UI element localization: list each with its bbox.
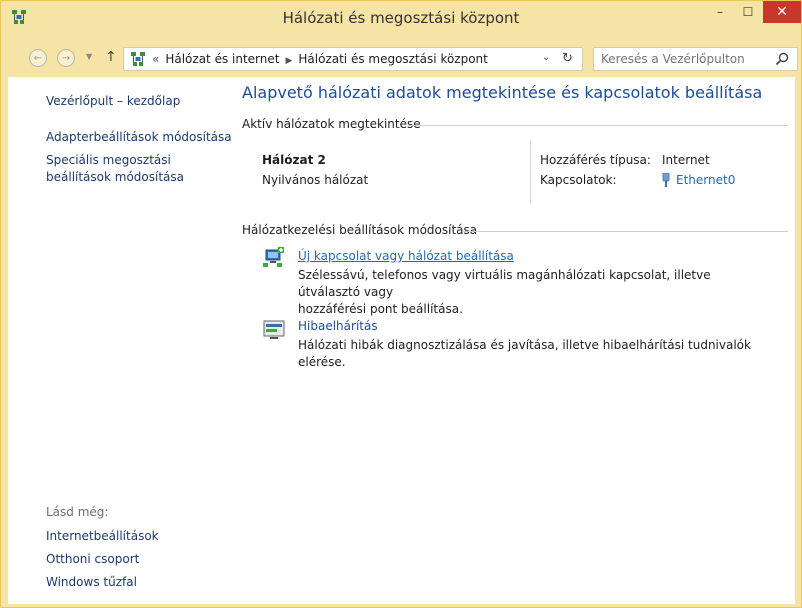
title-bar[interactable]: Hálózati és megosztási központ – ☐ ✕	[1, 1, 801, 35]
address-bar[interactable]: « Hálózat és internet ▶ Hálózati és megoszt…	[123, 47, 583, 71]
refresh-icon[interactable]: ↻	[562, 51, 573, 66]
network-category-link[interactable]: Nyilvános hálózat	[262, 173, 368, 187]
new-connection-description-line2: hozzáférési pont beállítása.	[298, 302, 463, 316]
access-type-value: Internet	[662, 153, 710, 167]
window: Hálózati és megosztási központ – ☐ ✕ ← →…	[0, 0, 802, 608]
network-settings-heading: Hálózatkezelési beállítások módosítása	[242, 223, 478, 237]
access-type-label: Hozzáférés típusa:	[540, 153, 651, 167]
minimize-button[interactable]: –	[707, 1, 733, 23]
see-also-heading: Lásd még:	[46, 505, 109, 519]
breadcrumb-network-sharing-center[interactable]: Hálózati és megosztási központ	[298, 52, 487, 66]
breadcrumb-overflow[interactable]: «	[152, 52, 159, 66]
navigation-bar: ← → ▼ ↑ « Hálózat és internet ▶ Hálózati és…	[1, 35, 801, 77]
close-button[interactable]: ✕	[763, 1, 801, 23]
breadcrumb-separator[interactable]: ▶	[285, 56, 292, 66]
window-title: Hálózati és megosztási központ	[282, 9, 520, 27]
sidebar-link-advanced-sharing[interactable]: Speciális megosztási beállítások módosít…	[46, 152, 184, 186]
sidebar-link-windows-firewall[interactable]: Windows tűzfal	[46, 574, 137, 591]
search-input[interactable]	[594, 48, 774, 70]
ethernet-connection-link[interactable]: Ethernet0	[662, 173, 735, 187]
sidebar-link-control-panel-home[interactable]: Vezérlőpult – kezdőlap	[46, 93, 180, 110]
section-divider	[462, 231, 788, 232]
new-connection-description-line1: Szélessávú, telefonos vagy virtuális mag…	[298, 268, 711, 299]
forward-button[interactable]: →	[57, 49, 75, 67]
troubleshoot-link[interactable]: Hibaelhárítás	[298, 319, 378, 333]
network-divider	[530, 141, 531, 203]
recent-locations-button[interactable]: ▼	[86, 52, 92, 61]
sidebar-link-adapter-settings[interactable]: Adapterbeállítások módosítása	[46, 129, 232, 146]
main-panel: Alapvető hálózati adatok megtekintése és…	[242, 77, 792, 604]
ethernet-icon	[662, 173, 670, 187]
back-button[interactable]: ←	[29, 49, 47, 67]
ethernet-connection-label: Ethernet0	[676, 173, 736, 187]
breadcrumb-network-internet[interactable]: Hálózat és internet	[165, 52, 279, 66]
section-divider	[408, 125, 788, 126]
search-icon[interactable]	[775, 52, 789, 66]
new-connection-icon[interactable]	[262, 245, 286, 269]
sidebar-link-homegroup[interactable]: Otthoni csoport	[46, 551, 139, 568]
active-networks-heading: Aktív hálózatok megtekintése	[242, 117, 421, 131]
up-button[interactable]: ↑	[105, 49, 117, 65]
network-name: Hálózat 2	[262, 153, 326, 167]
troubleshoot-description: Hálózati hibák diagnosztizálása és javít…	[298, 338, 751, 369]
page-title: Alapvető hálózati adatok megtekintése és…	[242, 83, 763, 102]
sidebar-link-internet-options[interactable]: Internetbeállítások	[46, 528, 159, 545]
address-dropdown-icon[interactable]: ⌄	[542, 52, 550, 63]
content-area: Vezérlőpult – kezdőlap Adapterbeállításo…	[8, 77, 795, 604]
breadcrumb: « Hálózat és internet ▶ Hálózati és megoszt…	[152, 52, 488, 66]
maximize-button[interactable]: ☐	[735, 1, 761, 23]
search-box[interactable]	[593, 47, 798, 71]
network-center-icon	[131, 52, 145, 66]
troubleshoot-icon[interactable]	[262, 317, 286, 341]
new-connection-description: Szélessávú, telefonos vagy virtuális mag…	[298, 267, 768, 318]
sidebar-link-advanced-sharing-line1: Speciális megosztási	[46, 153, 171, 167]
new-connection-link[interactable]: Új kapcsolat vagy hálózat beállítása	[298, 249, 514, 263]
connections-label: Kapcsolatok:	[540, 173, 617, 187]
sidebar-link-advanced-sharing-line2: beállítások módosítása	[46, 170, 185, 184]
sidebar: Vezérlőpult – kezdőlap Adapterbeállításo…	[8, 77, 233, 604]
